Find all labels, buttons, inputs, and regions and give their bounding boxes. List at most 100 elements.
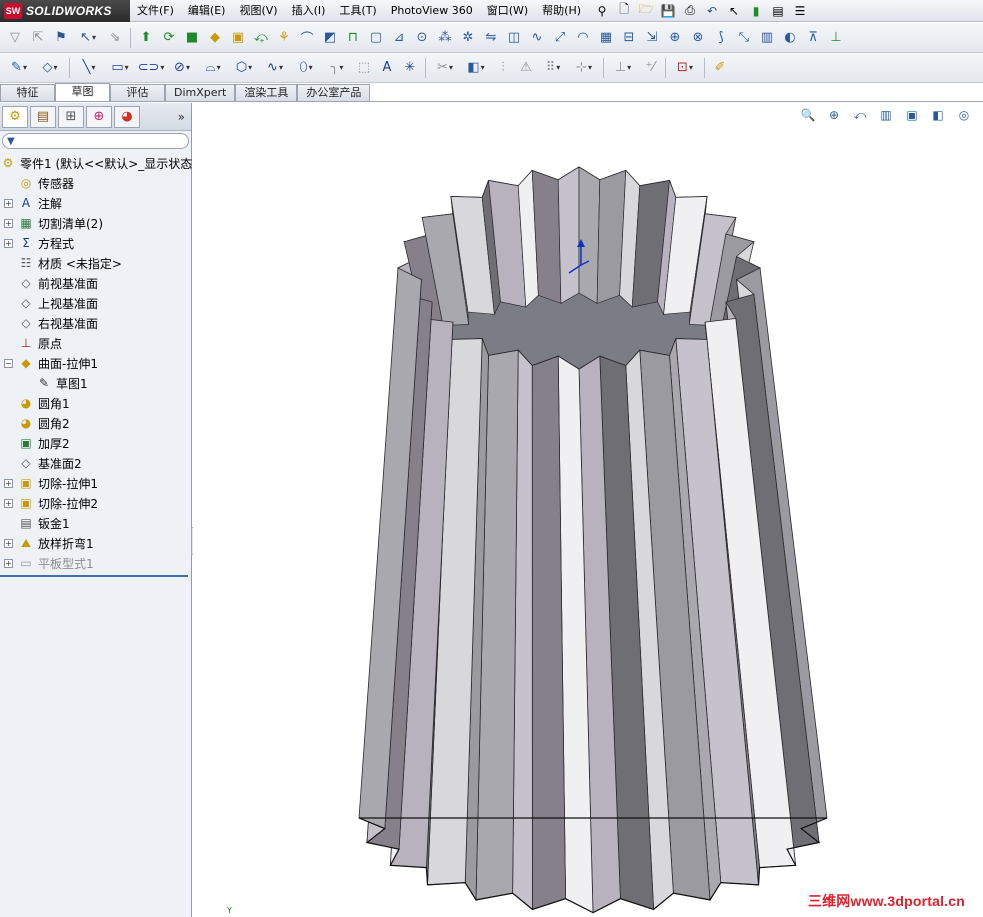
tree-item[interactable]: ▣ 加厚2 xyxy=(0,433,191,453)
circular-pattern-icon[interactable]: ✲ xyxy=(457,27,479,49)
tree-item[interactable]: + ▭ 平板型式1 xyxy=(0,553,191,573)
rapid-sketch-icon[interactable]: ✐ xyxy=(709,57,731,79)
select-icon[interactable]: ↖ xyxy=(724,2,744,20)
zoom-to-fit-icon[interactable]: 🔍 xyxy=(797,106,819,124)
hole-wizard-icon[interactable]: ⊙ xyxy=(411,27,433,49)
file-properties-icon[interactable]: ▤ xyxy=(768,2,788,20)
linear-sketch-pattern-icon[interactable]: ⠿ xyxy=(538,57,568,79)
hide-show-items-icon[interactable]: ◎ xyxy=(953,106,975,124)
sketch-icon[interactable]: ✎ xyxy=(4,57,34,79)
fillet-icon[interactable]: ⌒ xyxy=(296,27,318,49)
polygon-icon[interactable]: ⬡ xyxy=(229,57,259,79)
options-icon[interactable]: ☰ xyxy=(790,2,810,20)
smart-dimension-icon[interactable]: ◇ xyxy=(35,57,65,79)
tab-dimxpert[interactable]: DimXpert xyxy=(165,84,236,101)
tab-office-products[interactable]: 办公室产品 xyxy=(297,84,371,101)
menu-help[interactable]: 帮助(H) xyxy=(535,0,588,22)
line-icon[interactable]: ╲ xyxy=(74,57,104,79)
sweep-cut-icon[interactable]: ⚘ xyxy=(273,27,295,49)
tab-evaluate[interactable]: 评估 xyxy=(110,84,165,101)
revolve-boss-icon[interactable]: ⟳ xyxy=(158,27,180,49)
tree-item[interactable]: + ▣ 切除-拉伸2 xyxy=(0,493,191,513)
combine-icon[interactable]: ⊕ xyxy=(664,27,686,49)
menu-insert[interactable]: 插入(I) xyxy=(285,0,333,22)
expand-toggle-icon[interactable]: + xyxy=(4,218,13,228)
expand-toggle-icon[interactable]: + xyxy=(4,478,13,488)
smart-select-icon[interactable]: ⇘ xyxy=(104,27,126,49)
select-filter-icon[interactable]: ⇱ xyxy=(27,27,49,49)
tree-item[interactable]: + ⛰ 放样折弯1 xyxy=(0,533,191,553)
chamfer-icon[interactable]: ◩ xyxy=(319,27,341,49)
tree-item[interactable]: + ▦ 切割清单(2) xyxy=(0,213,191,233)
tree-item[interactable]: + Σ 方程式 xyxy=(0,233,191,253)
collapse-toggle-icon[interactable]: − xyxy=(4,358,13,368)
feature-manager-tab-icon[interactable]: ⚙ xyxy=(2,105,28,128)
display-style-icon[interactable]: ◧ xyxy=(927,106,949,124)
split-icon[interactable]: ⊟ xyxy=(618,27,640,49)
move-face-icon[interactable]: ⇲ xyxy=(641,27,663,49)
tree-item[interactable]: ⊥ 原点 xyxy=(0,333,191,353)
reference-geometry-icon[interactable]: ◫ xyxy=(503,27,525,49)
ellipse-icon[interactable]: ⬯ xyxy=(291,57,321,79)
expand-toggle-icon[interactable]: + xyxy=(4,238,13,248)
expand-toggle-icon[interactable]: + xyxy=(4,498,13,508)
dimxpert-manager-tab-icon[interactable]: ⊕ xyxy=(86,105,112,128)
slot-icon[interactable]: ⊂⊃ xyxy=(136,57,166,79)
circle-icon[interactable]: ⊘ xyxy=(167,57,197,79)
sweep-icon[interactable]: ■ xyxy=(181,27,203,49)
repair-sketch-icon[interactable]: ⁺⁄ xyxy=(639,57,661,79)
tree-item[interactable]: + A 注解 xyxy=(0,193,191,213)
quick-snaps-icon[interactable]: ⊡ xyxy=(670,57,700,79)
tab-render-tools[interactable]: 渲染工具 xyxy=(235,84,298,101)
trim-entities-icon[interactable]: ✂ xyxy=(430,57,460,79)
tree-item[interactable]: ◕ 圆角2 xyxy=(0,413,191,433)
configuration-manager-tab-icon[interactable]: ⊞ xyxy=(58,105,84,128)
indent-icon[interactable]: ⊼ xyxy=(802,27,824,49)
tree-item[interactable]: ▤ 钣金1 xyxy=(0,513,191,533)
arc-icon[interactable]: ⌓ xyxy=(198,57,228,79)
loft-icon[interactable]: ◆ xyxy=(204,27,226,49)
tree-item[interactable]: ◎ 传感器 xyxy=(0,173,191,193)
wrap-icon[interactable]: ▦ xyxy=(595,27,617,49)
property-manager-tab-icon[interactable]: ▤ xyxy=(30,105,56,128)
tree-filter-input[interactable]: ▼ xyxy=(2,133,189,149)
extrude-boss-icon[interactable]: ⬆ xyxy=(135,27,157,49)
text-icon[interactable]: A xyxy=(376,57,398,79)
freeform-icon[interactable]: ◐ xyxy=(779,27,801,49)
sketch-fillet-icon[interactable]: ╮ xyxy=(322,57,352,79)
tree-item[interactable]: ◇ 基准面2 xyxy=(0,453,191,473)
tree-item[interactable]: ◇ 右视基准面 xyxy=(0,313,191,333)
menu-edit[interactable]: 编辑(E) xyxy=(181,0,233,22)
tree-item[interactable]: + ▣ 切除-拉伸1 xyxy=(0,473,191,493)
part-body[interactable] xyxy=(358,267,828,914)
move-entities-icon[interactable]: ⊹ xyxy=(569,57,599,79)
linear-pattern-icon[interactable]: ⁂ xyxy=(434,27,456,49)
tab-features[interactable]: 特征 xyxy=(0,84,55,101)
mirror-icon[interactable]: ⇋ xyxy=(480,27,502,49)
previous-view-icon[interactable]: ⤺ xyxy=(849,106,871,124)
convert-entities-icon[interactable]: ◧ xyxy=(461,57,491,79)
select-arrow-icon[interactable]: ↖ xyxy=(73,27,103,49)
pin-icon[interactable]: ⚲ xyxy=(592,2,612,20)
shell-icon[interactable]: ▢ xyxy=(365,27,387,49)
open-folder-icon[interactable]: 🗁 xyxy=(636,2,656,20)
undo-icon[interactable]: ↶ xyxy=(702,2,722,20)
rebuild-icon[interactable]: ▮ xyxy=(746,2,766,20)
scale-icon[interactable]: ⤡ xyxy=(733,27,755,49)
flex-icon[interactable]: ⟆ xyxy=(710,27,732,49)
tree-item[interactable]: ◕ 圆角1 xyxy=(0,393,191,413)
mirror-entities-icon[interactable]: ⚠ xyxy=(515,57,537,79)
save-icon[interactable]: 💾 xyxy=(658,2,678,20)
display-relations-icon[interactable]: ⊥ xyxy=(608,57,638,79)
intersect-icon[interactable]: ⊗ xyxy=(687,27,709,49)
section-view-icon[interactable]: ▥ xyxy=(875,106,897,124)
menu-photoview[interactable]: PhotoView 360 xyxy=(384,0,480,22)
new-document-icon[interactable]: 🗋 xyxy=(614,2,634,20)
filter-icon[interactable]: ▽ xyxy=(4,27,26,49)
offset-entities-icon[interactable]: ⫶ xyxy=(492,57,514,79)
menu-tools[interactable]: 工具(T) xyxy=(332,0,383,22)
print-icon[interactable]: ⎙ xyxy=(680,2,700,20)
tab-sketch[interactable]: 草图 xyxy=(55,83,110,101)
thread-icon[interactable]: ▥ xyxy=(756,27,778,49)
plane-icon[interactable]: ⬚ xyxy=(353,57,375,79)
